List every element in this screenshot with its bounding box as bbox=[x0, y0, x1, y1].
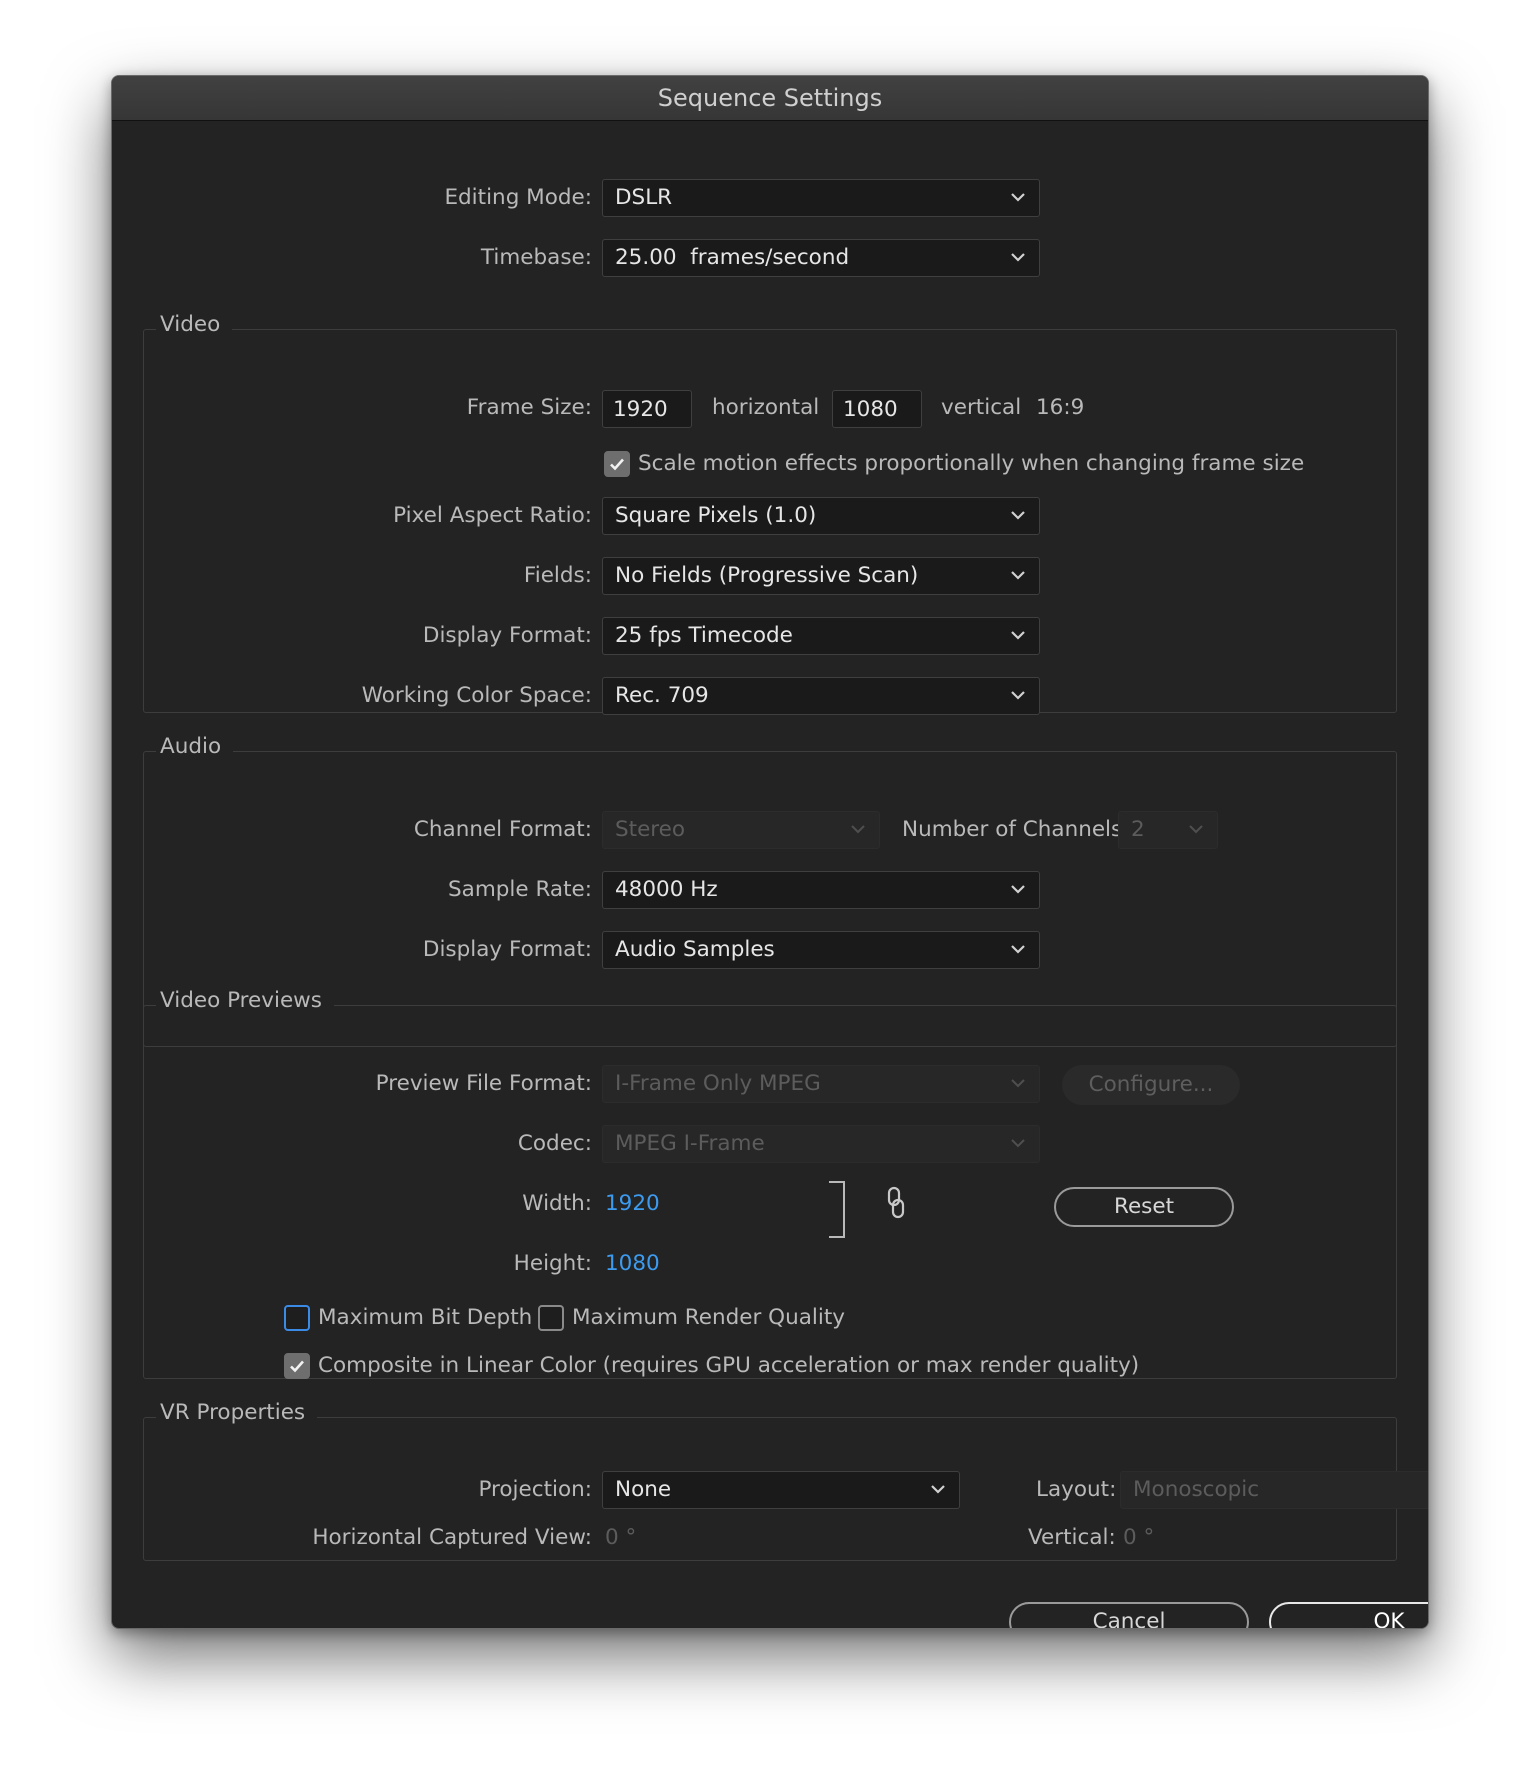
video-display-format-value: 25 fps Timecode bbox=[615, 623, 793, 648]
check-icon bbox=[610, 458, 624, 471]
preview-file-format-dropdown: I-Frame Only MPEG bbox=[602, 1065, 1040, 1103]
chevron-down-icon bbox=[1011, 1139, 1025, 1148]
vertical-view-label: Vertical: bbox=[1028, 1525, 1116, 1550]
num-channels-value: 2 bbox=[1131, 817, 1145, 842]
configure-button: Configure... bbox=[1062, 1065, 1240, 1105]
timebase-value: 25.00 frames/second bbox=[615, 245, 850, 270]
fields-dropdown[interactable]: No Fields (Progressive Scan) bbox=[602, 557, 1040, 595]
codec-dropdown: MPEG I-Frame bbox=[602, 1125, 1040, 1163]
chevron-down-icon bbox=[1011, 511, 1025, 520]
chevron-down-icon bbox=[1011, 631, 1025, 640]
horizontal-captured-view-value: 0 ° bbox=[605, 1525, 637, 1550]
linear-color-checkbox[interactable] bbox=[284, 1353, 310, 1379]
editing-mode-label: Editing Mode: bbox=[444, 185, 592, 210]
fields-label: Fields: bbox=[523, 563, 592, 588]
scale-motion-label: Scale motion effects proportionally when… bbox=[638, 451, 1305, 476]
pixel-aspect-label: Pixel Aspect Ratio: bbox=[393, 503, 592, 528]
chevron-down-icon bbox=[1189, 825, 1203, 834]
dialog-content: Editing Mode: DSLR Timebase: 25.00 frame… bbox=[112, 121, 1428, 1628]
pixel-aspect-value: Square Pixels (1.0) bbox=[615, 503, 817, 528]
frame-size-label: Frame Size: bbox=[466, 395, 592, 420]
chevron-down-icon bbox=[1011, 571, 1025, 580]
color-space-value: Rec. 709 bbox=[615, 683, 709, 708]
num-channels-label: Number of Channels: bbox=[902, 817, 1130, 842]
audio-group-title: Audio bbox=[156, 732, 234, 762]
channel-format-label: Channel Format: bbox=[413, 817, 592, 842]
max-bit-depth-checkbox[interactable] bbox=[284, 1305, 310, 1331]
linear-color-label: Composite in Linear Color (requires GPU … bbox=[318, 1353, 1140, 1378]
max-bit-depth-label: Maximum Bit Depth bbox=[318, 1305, 533, 1330]
projection-value: None bbox=[615, 1477, 672, 1502]
preview-file-format-label: Preview File Format: bbox=[375, 1071, 592, 1096]
vertical-view-value: 0 ° bbox=[1123, 1525, 1155, 1550]
preview-file-format-value: I-Frame Only MPEG bbox=[615, 1071, 821, 1096]
vr-properties-group-title: VR Properties bbox=[156, 1398, 318, 1428]
frame-width-input[interactable]: 1920 bbox=[602, 390, 692, 428]
video-previews-group-title: Video Previews bbox=[156, 986, 334, 1016]
channel-format-dropdown: Stereo bbox=[602, 811, 880, 849]
video-group-title: Video bbox=[156, 310, 233, 340]
frame-height-input[interactable]: 1080 bbox=[832, 390, 922, 428]
preview-width-value[interactable]: 1920 bbox=[605, 1189, 660, 1219]
sample-rate-value: 48000 Hz bbox=[615, 877, 718, 902]
channel-format-value: Stereo bbox=[615, 817, 686, 842]
video-display-format-label: Display Format: bbox=[422, 623, 592, 648]
max-render-quality-label: Maximum Render Quality bbox=[572, 1305, 845, 1330]
video-display-format-dropdown[interactable]: 25 fps Timecode bbox=[602, 617, 1040, 655]
max-render-quality-checkbox[interactable] bbox=[538, 1305, 564, 1331]
audio-display-format-label: Display Format: bbox=[422, 937, 592, 962]
preview-height-label: Height: bbox=[513, 1251, 592, 1276]
check-icon bbox=[290, 1360, 304, 1373]
color-space-label: Working Color Space: bbox=[361, 683, 592, 708]
editing-mode-dropdown[interactable]: DSLR bbox=[602, 179, 1040, 217]
chevron-down-icon bbox=[1011, 253, 1025, 262]
layout-dropdown: Monoscopic bbox=[1120, 1471, 1428, 1509]
chevron-down-icon bbox=[1011, 885, 1025, 894]
ok-button[interactable]: OK bbox=[1269, 1602, 1428, 1628]
horizontal-captured-view-label: Horizontal Captured View: bbox=[312, 1525, 592, 1550]
dimension-link-bracket bbox=[829, 1181, 845, 1238]
chevron-down-icon bbox=[1011, 1079, 1025, 1088]
chevron-down-icon bbox=[1011, 193, 1025, 202]
reset-button[interactable]: Reset bbox=[1054, 1187, 1234, 1227]
sample-rate-dropdown[interactable]: 48000 Hz bbox=[602, 871, 1040, 909]
chevron-down-icon bbox=[1011, 691, 1025, 700]
fields-value: No Fields (Progressive Scan) bbox=[615, 563, 919, 588]
cancel-button[interactable]: Cancel bbox=[1009, 1602, 1249, 1628]
codec-label: Codec: bbox=[517, 1131, 592, 1156]
layout-value: Monoscopic bbox=[1133, 1477, 1260, 1502]
scale-motion-checkbox[interactable] bbox=[604, 451, 630, 477]
timebase-label: Timebase: bbox=[480, 245, 592, 270]
sample-rate-label: Sample Rate: bbox=[448, 877, 592, 902]
projection-dropdown[interactable]: None bbox=[602, 1471, 960, 1509]
preview-height-value[interactable]: 1080 bbox=[605, 1249, 660, 1279]
layout-label: Layout: bbox=[1036, 1477, 1117, 1502]
num-channels-dropdown: 2 bbox=[1118, 811, 1218, 849]
pixel-aspect-dropdown[interactable]: Square Pixels (1.0) bbox=[602, 497, 1040, 535]
preview-width-label: Width: bbox=[522, 1191, 592, 1216]
timebase-dropdown[interactable]: 25.00 frames/second bbox=[602, 239, 1040, 277]
aspect-ratio-text: 16:9 bbox=[1036, 395, 1085, 420]
vertical-label: vertical bbox=[941, 395, 1022, 420]
codec-value: MPEG I-Frame bbox=[615, 1131, 765, 1156]
horizontal-label: horizontal bbox=[712, 395, 820, 420]
chain-link-icon[interactable] bbox=[882, 1186, 910, 1220]
audio-display-format-dropdown[interactable]: Audio Samples bbox=[602, 931, 1040, 969]
editing-mode-value: DSLR bbox=[615, 185, 673, 210]
dialog-title: Sequence Settings bbox=[112, 76, 1428, 121]
color-space-dropdown[interactable]: Rec. 709 bbox=[602, 677, 1040, 715]
chevron-down-icon bbox=[851, 825, 865, 834]
chevron-down-icon bbox=[931, 1485, 945, 1494]
projection-label: Projection: bbox=[478, 1477, 592, 1502]
chevron-down-icon bbox=[1011, 945, 1025, 954]
sequence-settings-dialog: Sequence Settings Editing Mode: DSLR Tim… bbox=[111, 75, 1429, 1629]
audio-display-format-value: Audio Samples bbox=[615, 937, 775, 962]
